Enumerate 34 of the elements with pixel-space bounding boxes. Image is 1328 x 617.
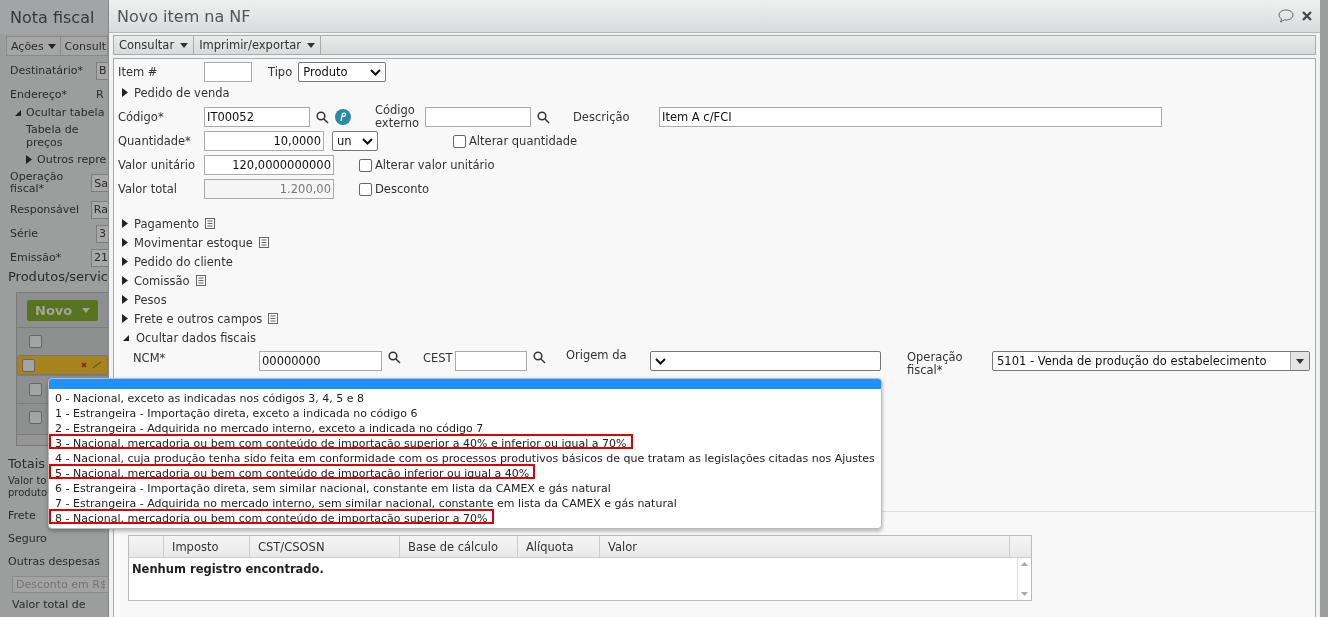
field-label: Valor unitário bbox=[118, 158, 196, 172]
checkbox-label: Desconto bbox=[375, 182, 430, 196]
field-label: Operação fiscal* bbox=[907, 351, 964, 377]
field-label: Série bbox=[10, 227, 40, 240]
field-label: Outras despesas bbox=[8, 556, 100, 568]
field-label: Seguro bbox=[8, 533, 47, 545]
checkbox-label: Alterar valor unitário bbox=[375, 158, 495, 172]
field-label: Operação fiscal* bbox=[10, 171, 65, 195]
field-label: Frete bbox=[8, 510, 36, 522]
field-label: NCM* bbox=[133, 351, 167, 365]
field-label: Valor to produto bbox=[8, 475, 49, 499]
field-label: Quantidade* bbox=[118, 134, 192, 148]
field-label: Responsável bbox=[10, 203, 81, 216]
field-label: Código externo bbox=[375, 104, 421, 130]
section-title: Produtos/servic bbox=[7, 269, 108, 284]
empty-message: Nenhum registro encontrado. bbox=[131, 561, 325, 578]
field-label: Emissão* bbox=[10, 251, 63, 264]
field-value: R bbox=[96, 88, 104, 101]
field-label: Tipo bbox=[268, 65, 293, 79]
field-label: Valor total bbox=[118, 182, 178, 196]
field-label: Descrição bbox=[573, 110, 631, 124]
field-label: CEST bbox=[423, 351, 454, 365]
field-label: Origem da bbox=[566, 349, 628, 362]
field-label: Código* bbox=[118, 110, 165, 124]
field-label: Tabela de preços bbox=[25, 123, 80, 149]
field-label: Item # bbox=[118, 65, 159, 79]
field-label: Endereço* bbox=[10, 88, 68, 101]
section-title: Totais bbox=[7, 456, 46, 471]
dialog-title: Novo item na NF bbox=[117, 6, 252, 26]
page-title: Nota fiscal bbox=[0, 0, 108, 34]
field-label: Destinatário* bbox=[10, 64, 84, 77]
input-field: 1.200,00 bbox=[204, 179, 334, 199]
field-label: Valor total de bbox=[11, 598, 86, 611]
checkbox-label: Alterar quantidade bbox=[469, 134, 578, 148]
